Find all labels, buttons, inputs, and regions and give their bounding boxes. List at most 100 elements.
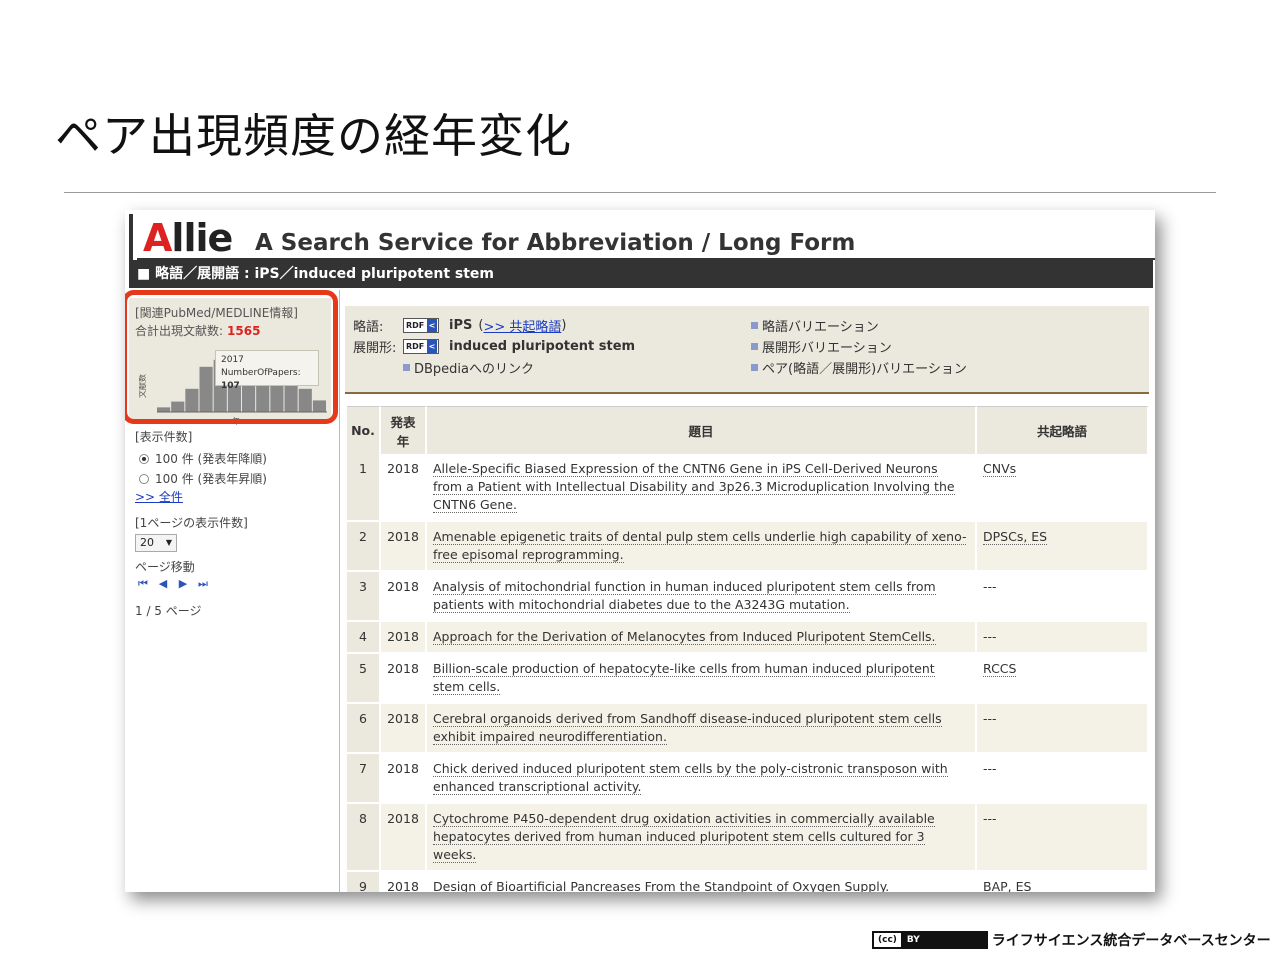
row-year: 2018 [387, 461, 419, 476]
row-title-link[interactable]: Cerebral organoids derived from Sandhoff… [433, 711, 942, 745]
long-variation-row[interactable]: 展開形バリエーション [751, 337, 892, 356]
row-title-link[interactable]: Billion-scale production of hepatocyte-l… [433, 661, 935, 695]
bullet-icon [403, 364, 410, 371]
slide-divider [64, 192, 1216, 193]
row-title-link[interactable]: Approach for the Derivation of Melanocyt… [433, 629, 936, 645]
row-title-link-cell: Design of Bioartificial Pancreases From … [427, 872, 977, 892]
table-row: 1 2018 Allele-Specific Biased Expression o… [347, 454, 1149, 522]
row-cooccur[interactable]: --- [983, 579, 997, 594]
col-year[interactable]: 発表年 [381, 406, 427, 454]
col-cooccur[interactable]: 共起略語 [977, 406, 1149, 454]
histogram-bar[interactable] [199, 366, 213, 412]
long-label: 展開形: [353, 341, 397, 356]
allie-logo[interactable]: Allie [143, 216, 233, 260]
histogram-bar[interactable] [171, 401, 185, 412]
next-page-icon[interactable]: ▶ [177, 578, 189, 590]
row-title-link[interactable]: Cytochrome P450-dependent drug oxidation… [433, 811, 935, 863]
all-results-link[interactable]: >> 全件 [135, 488, 183, 505]
row-cooccur[interactable]: --- [983, 629, 997, 644]
abbr-value: iPS [449, 318, 473, 333]
row-cooccur[interactable]: --- [983, 761, 997, 776]
org-name: ライフサイエンス統合データベースセンター [991, 933, 1271, 949]
radio-asc-option[interactable]: 100 件 (発表年昇順) [139, 470, 267, 487]
radio-desc[interactable] [139, 453, 149, 464]
total-papers: 合計出現文献数: 1565 [135, 322, 260, 339]
total-value: 1565 [227, 324, 261, 338]
bullet-icon [751, 322, 758, 329]
pubmed-chart-panel: [関連PubMed/MEDLINE情報] 合計出現文献数: 1565 文献数年 2… [129, 298, 331, 426]
row-year-cell: 2018 [381, 522, 427, 572]
long-variation-link[interactable]: 展開形バリエーション [762, 337, 892, 356]
row-title-link-cell: Analysis of mitochondrial function in hu… [427, 572, 977, 622]
col-no[interactable]: No. [347, 406, 381, 454]
results-table: No. 発表年 題目 共起略語 1 2018 Allele-Specific Bia… [347, 406, 1149, 892]
rdf-icon[interactable]: RDF < [403, 339, 439, 354]
dbpedia-link[interactable]: DBpediaへのリンク [414, 358, 534, 377]
pair-variation-row[interactable]: ペア(略語／展開形)バリエーション [751, 358, 967, 377]
row-year-cell: 2018 [381, 454, 427, 522]
row-number: 6 [359, 711, 367, 726]
rdf-icon[interactable]: RDF < [403, 318, 439, 333]
row-title-link[interactable]: Analysis of mitochondrial function in hu… [433, 579, 936, 613]
row-year: 2018 [387, 761, 419, 776]
per-page-select[interactable]: 20 ▼ [135, 534, 177, 552]
row-number: 4 [359, 629, 367, 644]
row-cooccur[interactable]: --- [983, 811, 997, 826]
radio-desc-option[interactable]: 100 件 (発表年降順) [139, 450, 267, 467]
row-title-link-cell: Chick derived induced pluripotent stem c… [427, 754, 977, 804]
abbr-variation-link[interactable]: 略語バリエーション [762, 316, 879, 335]
bullet-icon [751, 343, 758, 350]
row-number-cell: 5 [347, 654, 381, 704]
histogram-bar[interactable] [312, 400, 326, 412]
row-number: 1 [359, 461, 367, 476]
chart-title: [関連PubMed/MEDLINE情報] [135, 306, 298, 320]
row-title-link[interactable]: Chick derived induced pluripotent stem c… [433, 761, 948, 795]
histogram-bar[interactable] [185, 388, 199, 412]
cooccur-link[interactable]: >> 共起略語 [483, 316, 561, 335]
tooltip-year: 2017 [221, 355, 244, 365]
share-icon: < [427, 340, 437, 353]
row-title-link[interactable]: Amenable epigenetic traits of dental pul… [433, 529, 967, 563]
row-cooccur[interactable]: BAP, ES [983, 879, 1032, 892]
tooltip-label: NumberOfPapers: [221, 368, 301, 378]
row-year: 2018 [387, 879, 419, 892]
cc-by-license-badge: (cc) BY [872, 931, 988, 949]
sidebar: [関連PubMed/MEDLINE情報] 合計出現文献数: 1565 文献数年 2… [125, 290, 340, 892]
row-cooccur[interactable]: RCCS [983, 661, 1017, 677]
long-value: induced pluripotent stem [449, 339, 636, 354]
row-cooccur-cell: --- [977, 704, 1149, 754]
first-page-icon[interactable]: ⏮ [137, 578, 149, 590]
row-number-cell: 9 [347, 872, 381, 892]
row-title-link-cell: Allele-Specific Biased Expression of the… [427, 454, 977, 522]
table-row: 8 2018 Cytochrome P450-dependent drug oxid… [347, 804, 1149, 872]
row-cooccur[interactable]: --- [983, 711, 997, 726]
row-year: 2018 [387, 579, 419, 594]
abbr-variation-row[interactable]: 略語バリエーション [751, 316, 879, 335]
pair-info-panel: 略語: RDF < iPS (>> 共起略語) 展開形: RDF < induced… [345, 306, 1149, 394]
col-title[interactable]: 題目 [427, 406, 977, 454]
row-title-link[interactable]: Design of Bioartificial Pancreases From … [433, 879, 890, 892]
row-cooccur-cell: --- [977, 622, 1149, 654]
histogram-bar[interactable] [157, 407, 171, 412]
total-label: 合計出現文献数: [135, 324, 224, 338]
prev-page-icon[interactable]: ◀ [157, 578, 169, 590]
dbpedia-row[interactable]: DBpediaへのリンク [403, 358, 534, 377]
table-row: 5 2018 Billion-scale production of hepatoc… [347, 654, 1149, 704]
x-axis-label: 年 [232, 416, 240, 426]
row-year-cell: 2018 [381, 804, 427, 872]
row-number-cell: 6 [347, 704, 381, 754]
radio-asc[interactable] [139, 473, 149, 484]
logo-letter: A [143, 216, 172, 260]
results-body: 1 2018 Allele-Specific Biased Expression o… [347, 454, 1149, 892]
abbr-label: 略語: [353, 320, 384, 335]
pair-variation-link[interactable]: ペア(略語／展開形)バリエーション [762, 358, 967, 377]
last-page-icon[interactable]: ⏭ [197, 578, 209, 590]
row-number: 3 [359, 579, 367, 594]
row-cooccur[interactable]: DPSCs, ES [983, 529, 1048, 545]
row-cooccur[interactable]: CNVs [983, 461, 1017, 477]
share-icon: < [427, 319, 437, 332]
row-number-cell: 2 [347, 522, 381, 572]
row-title-link[interactable]: Allele-Specific Biased Expression of the… [433, 461, 955, 513]
rdf-label: RDF [406, 342, 425, 351]
row-number-cell: 4 [347, 622, 381, 654]
